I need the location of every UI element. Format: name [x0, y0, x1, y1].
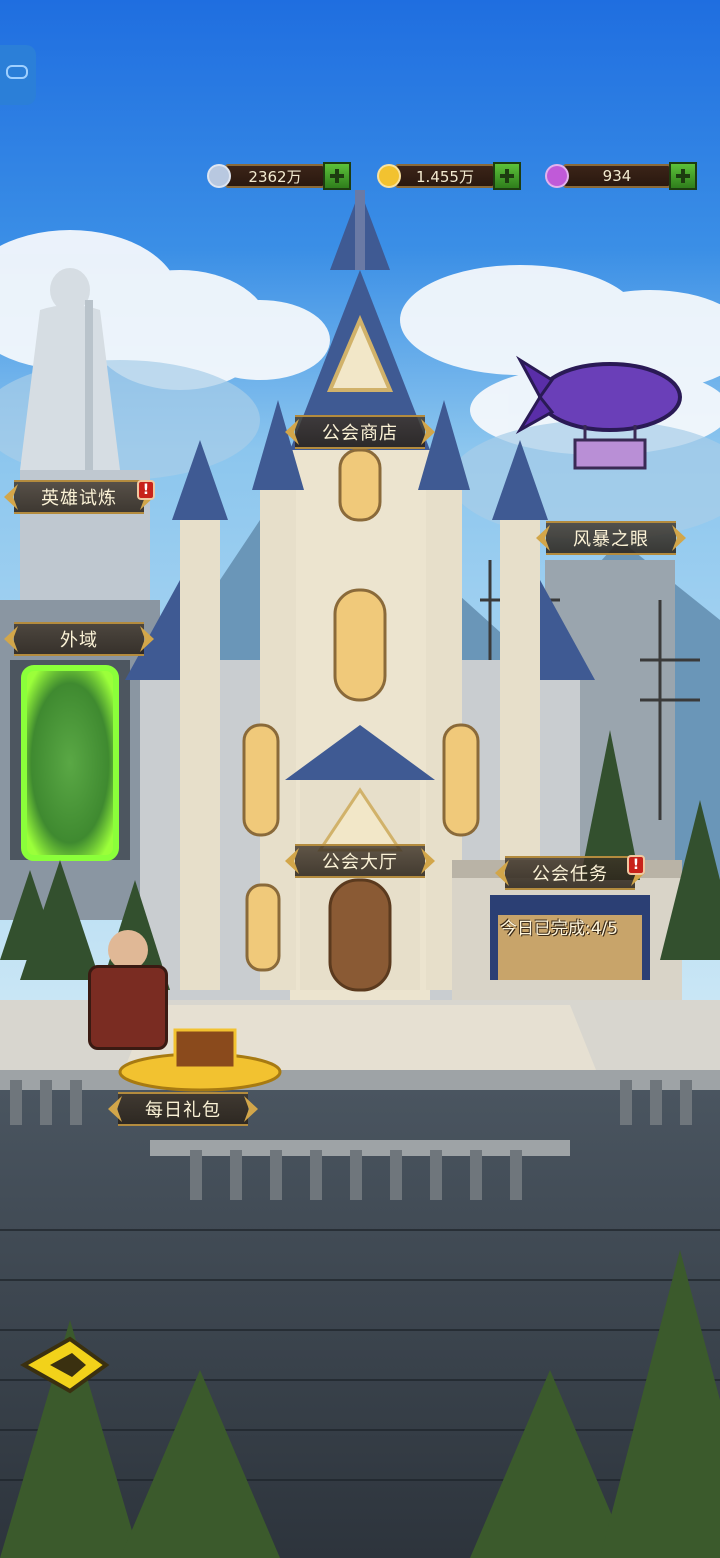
gold-coin-icon	[377, 164, 401, 188]
add-gem-button[interactable]	[669, 162, 697, 190]
gold-value: 1.455万	[395, 164, 495, 188]
add-gold-button[interactable]	[493, 162, 521, 190]
silver-value: 2362万	[225, 164, 325, 188]
resource-silver: 2362万	[207, 162, 351, 190]
guild-shop-label: 公会商店	[322, 423, 398, 444]
silver-coin-icon	[207, 164, 231, 188]
back-arrow-icon[interactable]	[19, 1335, 110, 1395]
gem-value: 934	[563, 164, 671, 188]
hero-trial-alert-badge: !	[137, 480, 155, 500]
guild-shop-button[interactable]: 公会商店	[295, 415, 425, 449]
purple-gem-icon	[545, 164, 569, 188]
hero-character[interactable]	[78, 925, 178, 1055]
guild-task-alert-badge: !	[627, 855, 645, 875]
guild-task-label: 公会任务	[532, 864, 608, 885]
guild-hall-button[interactable]: 公会大厅	[295, 844, 425, 878]
outer-realm-button[interactable]: 外域	[14, 622, 144, 656]
gamepad-icon[interactable]	[0, 45, 36, 105]
storm-eye-label: 风暴之眼	[573, 529, 649, 550]
guild-task-progress: 今日已完成:4/5	[500, 919, 619, 939]
add-silver-button[interactable]	[323, 162, 351, 190]
resource-gem: 934	[545, 162, 697, 190]
daily-gift-button[interactable]: 每日礼包	[118, 1092, 248, 1126]
outer-realm-label: 外域	[60, 630, 98, 651]
hero-trial-label: 英雄试炼	[41, 488, 117, 509]
daily-gift-label: 每日礼包	[145, 1100, 221, 1121]
guild-scene-background	[0, 0, 720, 1558]
hero-trial-button[interactable]: 英雄试炼	[14, 480, 144, 514]
guild-task-button[interactable]: 公会任务	[505, 856, 635, 890]
resource-gold: 1.455万	[377, 162, 521, 190]
storm-eye-button[interactable]: 风暴之眼	[546, 521, 676, 555]
guild-hall-label: 公会大厅	[322, 852, 398, 873]
